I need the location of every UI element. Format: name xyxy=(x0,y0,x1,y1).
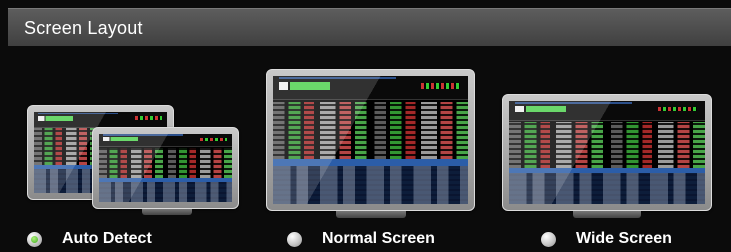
section-title: Screen Layout xyxy=(24,18,143,38)
monitor-stand xyxy=(142,209,192,215)
radio-auto-detect[interactable] xyxy=(27,231,42,247)
screen-preview xyxy=(273,76,468,204)
monitor-stand xyxy=(336,211,406,218)
option-wide-screen[interactable]: Wide Screen xyxy=(541,229,672,249)
monitor-stand xyxy=(573,211,641,218)
option-normal-screen[interactable]: Normal Screen xyxy=(287,229,435,249)
option-label: Normal Screen xyxy=(322,230,435,247)
screen-preview xyxy=(509,101,705,204)
monitor-normal xyxy=(266,69,475,211)
monitor-normal-front xyxy=(92,127,239,209)
radio-wide-screen[interactable] xyxy=(541,231,556,247)
option-label: Wide Screen xyxy=(576,230,672,247)
option-label: Auto Detect xyxy=(62,230,152,247)
option-auto-detect[interactable]: Auto Detect xyxy=(27,229,152,249)
screen-layout-header: Screen Layout xyxy=(8,8,731,46)
monitor-wide xyxy=(502,94,712,211)
screen-preview xyxy=(99,134,232,202)
radio-normal-screen[interactable] xyxy=(287,231,302,247)
